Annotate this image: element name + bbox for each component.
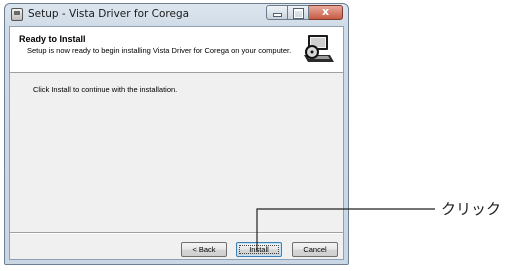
close-icon: x	[321, 5, 330, 18]
window-title: Setup - Vista Driver for Corega	[28, 8, 190, 20]
title-bar[interactable]: Setup - Vista Driver for Corega x	[5, 4, 348, 26]
setup-window: Setup - Vista Driver for Corega x Ready …	[4, 3, 349, 265]
screenshot-canvas: Setup - Vista Driver for Corega x Ready …	[0, 0, 519, 271]
click-annotation-label: クリック	[441, 200, 502, 218]
button-separator	[10, 232, 343, 234]
page-subtitle: Setup is now ready to begin installing V…	[27, 46, 292, 55]
install-button-label: Install	[249, 245, 269, 254]
wizard-client-area: Ready to Install Setup is now ready to b…	[9, 26, 344, 260]
maximize-button[interactable]	[288, 5, 309, 20]
wizard-header: Ready to Install Setup is now ready to b…	[10, 27, 343, 73]
close-button[interactable]: x	[309, 5, 343, 20]
caption-buttons: x	[266, 5, 343, 20]
page-title: Ready to Install	[19, 34, 86, 44]
computer-disk-icon	[301, 31, 337, 67]
back-button[interactable]: < Back	[181, 242, 227, 257]
setup-app-icon	[11, 8, 23, 21]
minimize-button[interactable]	[266, 5, 288, 20]
cancel-button[interactable]: Cancel	[292, 242, 338, 257]
instruction-text: Click Install to continue with the insta…	[33, 85, 178, 94]
install-button[interactable]: Install	[236, 242, 282, 257]
